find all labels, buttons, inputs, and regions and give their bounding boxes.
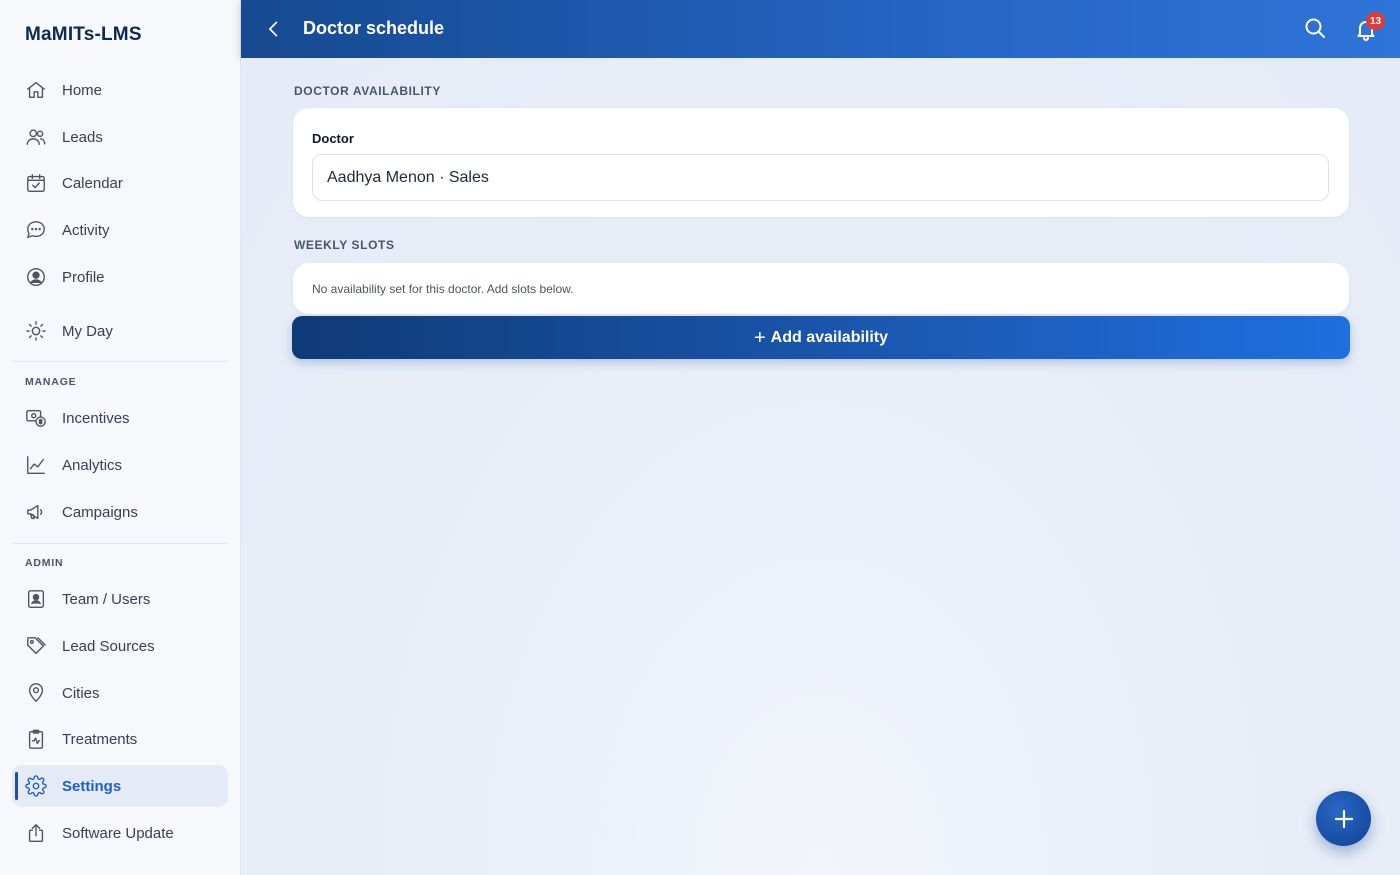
sidebar-item-label: Treatments (62, 730, 138, 748)
sidebar-item-label: Cities (62, 684, 100, 702)
sidebar-item-analytics[interactable]: Analytics (12, 444, 228, 486)
weekly-slots-card: No availability set for this doctor. Add… (293, 263, 1349, 314)
profile-icon (25, 266, 47, 288)
sidebar-item-label: Analytics (62, 456, 123, 474)
sidebar-section-manage: MANAGE (25, 376, 77, 388)
search-icon (1305, 18, 1325, 38)
search-button[interactable] (1303, 16, 1329, 42)
sidebar-item-incentives[interactable]: Incentives (12, 397, 228, 439)
sidebar-item-lead-sources[interactable]: Lead Sources (12, 625, 228, 667)
weekly-slots-heading: WEEKLY SLOTS (294, 238, 395, 252)
app-logo: MaMITs-LMS (25, 24, 142, 45)
sidebar-divider (12, 543, 228, 544)
sidebar-item-label: Campaigns (62, 503, 138, 521)
sidebar-item-label: Incentives (62, 409, 130, 427)
sidebar-item-team-users[interactable]: Team / Users (12, 578, 228, 620)
clipboard-icon (25, 728, 47, 750)
sidebar-item-label: Home (62, 81, 103, 99)
back-button[interactable] (261, 16, 287, 42)
calendar-icon (25, 172, 47, 194)
id-badge-icon (25, 588, 47, 610)
sidebar-item-my-day[interactable]: My Day (12, 310, 228, 352)
sidebar-item-activity[interactable]: Activity (12, 209, 228, 251)
sidebar: MaMITs-LMS Home Leads Calendar Activity … (0, 0, 241, 875)
sidebar-item-leads[interactable]: Leads (12, 116, 228, 158)
sidebar-item-label: My Day (62, 322, 113, 340)
sidebar-item-home[interactable]: Home (12, 69, 228, 111)
plus-icon: + (753, 326, 766, 349)
home-icon (25, 79, 47, 101)
sidebar-item-label: Software Update (62, 824, 174, 842)
sun-icon (25, 320, 47, 342)
sidebar-item-treatments[interactable]: Treatments (12, 718, 228, 760)
share-icon (25, 822, 47, 844)
add-availability-button[interactable]: + Add availability (292, 316, 1350, 359)
floating-add-button[interactable] (1316, 791, 1371, 846)
doctor-field-label: Doctor (312, 131, 354, 146)
sidebar-item-label: Team / Users (62, 590, 151, 608)
chevron-left-icon (269, 21, 278, 37)
sidebar-item-settings[interactable]: Settings (12, 765, 228, 807)
sidebar-section-admin: ADMIN (25, 557, 64, 569)
users-icon (25, 126, 47, 148)
page-title: Doctor schedule (303, 18, 445, 38)
sidebar-item-label: Settings (62, 777, 122, 795)
gear-icon (25, 775, 47, 797)
sidebar-divider (12, 361, 228, 362)
empty-slots-message: No availability set for this doctor. Add… (312, 282, 574, 296)
doctor-availability-heading: DOCTOR AVAILABILITY (294, 84, 441, 98)
chat-icon (25, 219, 47, 241)
sidebar-item-campaigns[interactable]: Campaigns (12, 491, 228, 533)
money-icon (25, 407, 47, 429)
sidebar-item-label: Lead Sources (62, 637, 155, 655)
tag-icon (25, 635, 47, 657)
plus-icon (1334, 809, 1353, 828)
add-availability-label: Add availability (770, 328, 889, 346)
sidebar-item-profile[interactable]: Profile (12, 256, 228, 298)
sidebar-item-label: Activity (62, 221, 110, 239)
sidebar-item-calendar[interactable]: Calendar (12, 162, 228, 204)
sidebar-item-label: Leads (62, 128, 103, 146)
sidebar-item-label: Profile (62, 268, 105, 286)
top-app-bar: Doctor schedule 13 (241, 0, 1400, 58)
doctor-card: Doctor Aadhya Menon · Sales (293, 108, 1349, 217)
sidebar-item-cities[interactable]: Cities (12, 672, 228, 714)
doctor-select-value: Aadhya Menon · Sales (327, 169, 489, 186)
megaphone-icon (25, 501, 47, 523)
doctor-select[interactable]: Aadhya Menon · Sales (312, 154, 1329, 201)
notification-badge: 13 (1366, 12, 1386, 30)
sidebar-item-software-update[interactable]: Software Update (12, 812, 228, 854)
sidebar-item-label: Calendar (62, 174, 123, 192)
map-pin-icon (25, 682, 47, 704)
chart-icon (25, 454, 47, 476)
